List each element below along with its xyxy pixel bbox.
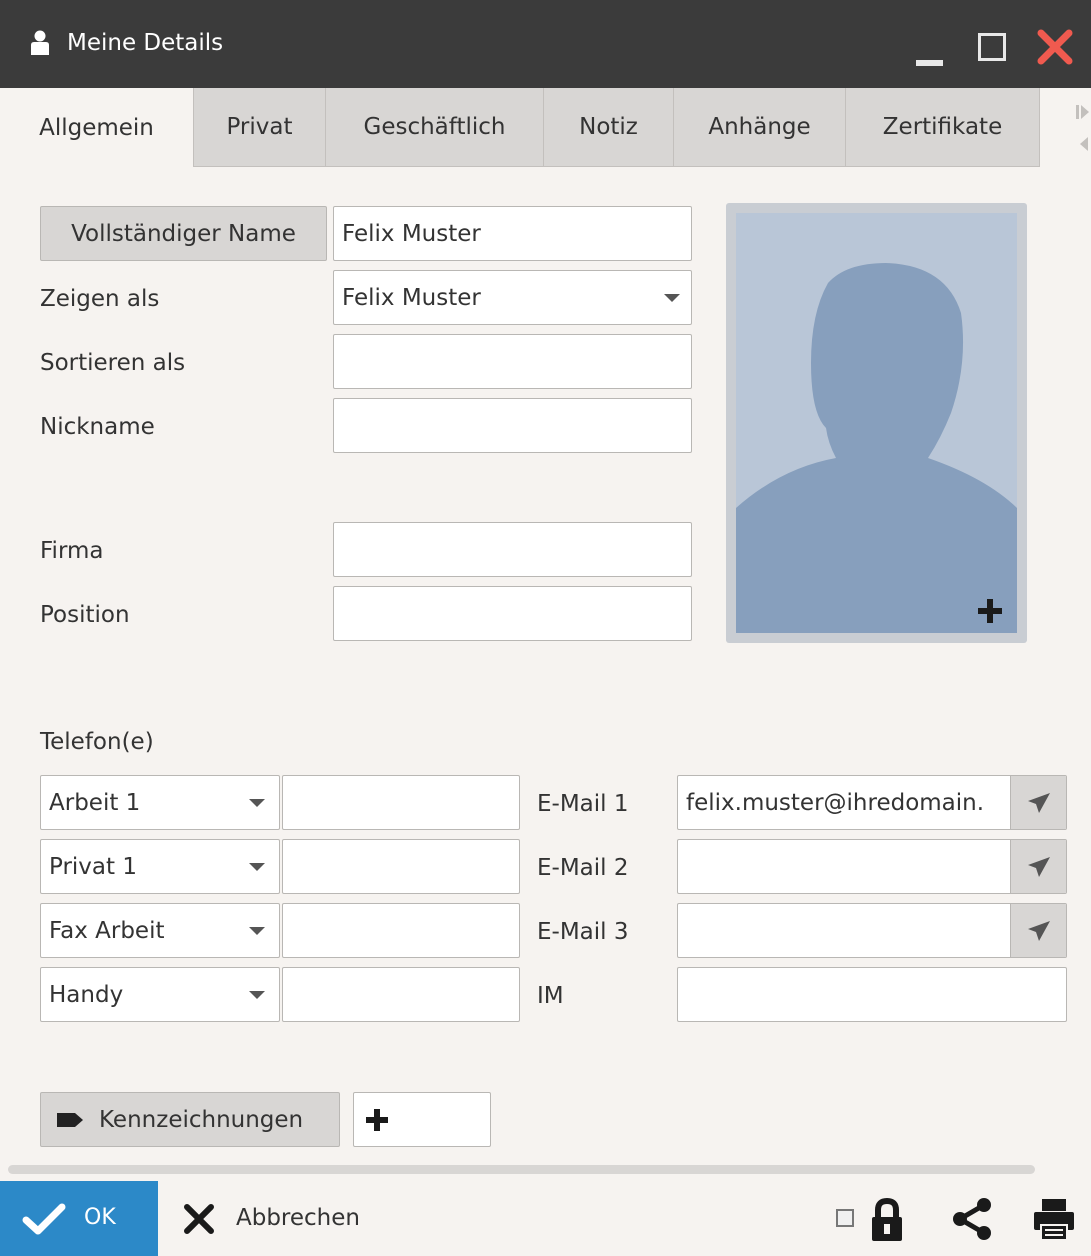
- phone-number-field[interactable]: [282, 967, 520, 1022]
- phone-type-value: Fax Arbeit: [49, 917, 165, 944]
- company-label: Firma: [40, 538, 104, 564]
- phone-type-value: Privat 1: [49, 853, 137, 880]
- phone-number-field[interactable]: [282, 903, 520, 958]
- avatar-placeholder: [736, 213, 1017, 633]
- im-field[interactable]: [677, 967, 1067, 1022]
- minimize-icon[interactable]: [916, 60, 943, 66]
- position-field[interactable]: [333, 586, 692, 641]
- title-bar: Meine Details: [0, 0, 1091, 88]
- phone-number-field[interactable]: [282, 775, 520, 830]
- email-1-label: E-Mail 1: [537, 791, 629, 817]
- full-name-button[interactable]: Vollständiger Name: [40, 206, 327, 261]
- display-as-select[interactable]: Felix Muster: [333, 270, 692, 325]
- cancel-button[interactable]: Abbrechen: [170, 1181, 400, 1256]
- footer-toolbar: OK Abbrechen: [0, 1181, 1091, 1256]
- send-email-1-button[interactable]: [1010, 776, 1066, 829]
- tab-anhaenge[interactable]: Anhänge: [674, 88, 846, 167]
- tab-scroll-arrows[interactable]: [1040, 88, 1091, 167]
- add-tag-button[interactable]: [353, 1092, 491, 1147]
- phone-type-select[interactable]: Privat 1: [40, 839, 280, 894]
- sort-as-label: Sortieren als: [40, 350, 186, 376]
- phone-type-select[interactable]: Fax Arbeit: [40, 903, 280, 958]
- horizontal-scrollbar[interactable]: [8, 1165, 1035, 1174]
- email-2-field[interactable]: [677, 839, 1067, 894]
- display-as-value: Felix Muster: [342, 284, 481, 311]
- tab-bar: Allgemein Privat Geschäftlich Notiz Anhä…: [0, 88, 1091, 168]
- email-1-value: felix.muster@ihredomain.: [686, 789, 985, 816]
- phone-type-value: Arbeit 1: [49, 789, 141, 816]
- tab-privat[interactable]: Privat: [194, 88, 326, 167]
- phone-type-select[interactable]: Handy: [40, 967, 280, 1022]
- chevron-down-icon: [249, 863, 265, 871]
- tab-geschaeftlich[interactable]: Geschäftlich: [326, 88, 544, 167]
- tab-notiz[interactable]: Notiz: [544, 88, 674, 167]
- nickname-field[interactable]: [333, 398, 692, 453]
- tab-zertifikate[interactable]: Zertifikate: [846, 88, 1040, 167]
- send-icon: [1028, 920, 1050, 941]
- phone-type-select[interactable]: Arbeit 1: [40, 775, 280, 830]
- silhouette-icon: [736, 263, 1017, 633]
- lock-icon[interactable]: [870, 1198, 904, 1242]
- display-as-label: Zeigen als: [40, 286, 160, 312]
- cancel-button-label: Abbrechen: [236, 1205, 360, 1231]
- private-checkbox[interactable]: [836, 1209, 854, 1227]
- position-label: Position: [40, 602, 130, 628]
- send-icon: [1028, 792, 1050, 813]
- phone-number-field[interactable]: [282, 839, 520, 894]
- company-field[interactable]: [333, 522, 692, 577]
- tab-scroll-left-icon[interactable]: [1074, 134, 1091, 154]
- maximize-icon[interactable]: [978, 33, 1006, 61]
- close-icon[interactable]: [1036, 28, 1074, 66]
- plus-icon: [366, 1108, 388, 1131]
- checkmark-icon: [22, 1203, 66, 1235]
- share-icon[interactable]: [950, 1197, 994, 1241]
- print-icon[interactable]: [1032, 1197, 1076, 1241]
- chevron-down-icon: [249, 991, 265, 999]
- ok-button-label: OK: [84, 1205, 116, 1230]
- nickname-label: Nickname: [40, 414, 155, 440]
- chevron-down-icon: [249, 927, 265, 935]
- im-label: IM: [537, 983, 564, 1009]
- sort-as-field[interactable]: [333, 334, 692, 389]
- tab-scroll-right-icon[interactable]: [1074, 102, 1091, 122]
- tab-allgemein[interactable]: Allgemein: [0, 88, 194, 167]
- user-icon: [31, 30, 49, 55]
- send-icon: [1028, 856, 1050, 877]
- tags-button-label: Kennzeichnungen: [99, 1106, 304, 1133]
- send-email-3-button[interactable]: [1010, 904, 1066, 957]
- phones-header: Telefon(e): [40, 729, 154, 755]
- chevron-down-icon: [249, 799, 265, 807]
- send-email-2-button[interactable]: [1010, 840, 1066, 893]
- email-3-label: E-Mail 3: [537, 919, 629, 945]
- phone-type-value: Handy: [49, 981, 124, 1008]
- email-1-field[interactable]: felix.muster@ihredomain.: [677, 775, 1067, 830]
- tags-button[interactable]: Kennzeichnungen: [40, 1092, 340, 1147]
- x-icon: [184, 1204, 214, 1234]
- add-photo-icon[interactable]: [978, 599, 1002, 623]
- contact-photo[interactable]: [726, 203, 1027, 643]
- ok-button[interactable]: OK: [0, 1181, 158, 1256]
- email-3-field[interactable]: [677, 903, 1067, 958]
- email-2-label: E-Mail 2: [537, 855, 629, 881]
- window-title: Meine Details: [67, 30, 224, 56]
- full-name-field[interactable]: Felix Muster: [333, 206, 692, 261]
- chevron-down-icon: [664, 294, 680, 302]
- tag-icon: [57, 1112, 83, 1127]
